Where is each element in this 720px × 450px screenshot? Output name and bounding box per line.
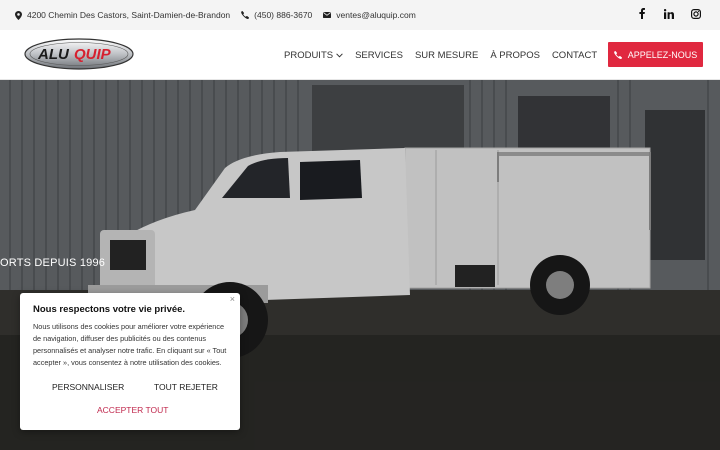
cookie-title: Nous respectons votre vie privée. xyxy=(33,304,186,315)
call-us-button[interactable]: APPELEZ-NOUS xyxy=(608,42,703,67)
address-text: 4200 Chemin Des Castors, Saint-Damien-de… xyxy=(27,10,231,20)
nav-label[interactable]: SERVICES xyxy=(355,50,403,61)
main-header: ALU QUIP PRODUITS SERVICES SUR MESURE À … xyxy=(0,30,720,80)
nav-item-a-propos[interactable]: À PROPOS xyxy=(490,50,540,61)
facebook-icon[interactable] xyxy=(636,8,648,22)
nav-item-produits[interactable]: PRODUITS xyxy=(284,50,343,61)
hero-tagline: ORTS DEPUIS 1996 xyxy=(0,257,106,269)
nav-label[interactable]: PRODUITS xyxy=(284,50,333,61)
close-icon[interactable]: × xyxy=(230,294,235,304)
email-text[interactable]: ventes@aluquip.com xyxy=(336,10,416,20)
main-nav: PRODUITS SERVICES SUR MESURE À PROPOS CO… xyxy=(284,30,644,80)
nav-label[interactable]: À PROPOS xyxy=(490,50,540,61)
email-item[interactable]: ventes@aluquip.com xyxy=(323,10,416,20)
instagram-icon[interactable] xyxy=(690,8,702,22)
linkedin-icon[interactable] xyxy=(663,8,675,22)
phone-icon xyxy=(241,11,250,19)
cookie-body: Nous utilisons des cookies pour améliore… xyxy=(33,322,227,367)
nav-label[interactable]: CONTACT xyxy=(552,50,597,61)
top-info-bar: 4200 Chemin Des Castors, Saint-Damien-de… xyxy=(0,0,720,30)
svg-text:QUIP: QUIP xyxy=(74,46,112,63)
nav-label[interactable]: SUR MESURE xyxy=(415,50,478,61)
nav-item-sur-mesure[interactable]: SUR MESURE xyxy=(415,50,478,61)
phone-icon xyxy=(613,50,622,59)
map-pin-icon xyxy=(15,10,22,20)
reject-all-button[interactable]: TOUT REJETER xyxy=(154,382,218,392)
call-us-label[interactable]: APPELEZ-NOUS xyxy=(628,50,698,60)
contact-info: 4200 Chemin Des Castors, Saint-Damien-de… xyxy=(15,10,427,20)
cookie-consent-dialog: × Nous respectons votre vie privée. Nous… xyxy=(20,293,240,430)
envelope-icon xyxy=(323,12,332,18)
nav-item-services[interactable]: SERVICES xyxy=(355,50,403,61)
svg-text:ALU: ALU xyxy=(37,46,70,63)
nav-item-contact[interactable]: CONTACT xyxy=(552,50,597,61)
address-item: 4200 Chemin Des Castors, Saint-Damien-de… xyxy=(15,10,230,20)
customize-button[interactable]: PERSONNALISER xyxy=(52,382,124,392)
phone-item[interactable]: (450) 886-3670 xyxy=(241,10,312,20)
chevron-down-icon xyxy=(336,52,343,58)
social-links xyxy=(636,0,702,30)
accept-all-button[interactable]: ACCEPTER TOUT xyxy=(97,405,168,415)
phone-text[interactable]: (450) 886-3670 xyxy=(254,10,312,20)
aluquip-logo[interactable]: ALU QUIP xyxy=(24,38,134,70)
